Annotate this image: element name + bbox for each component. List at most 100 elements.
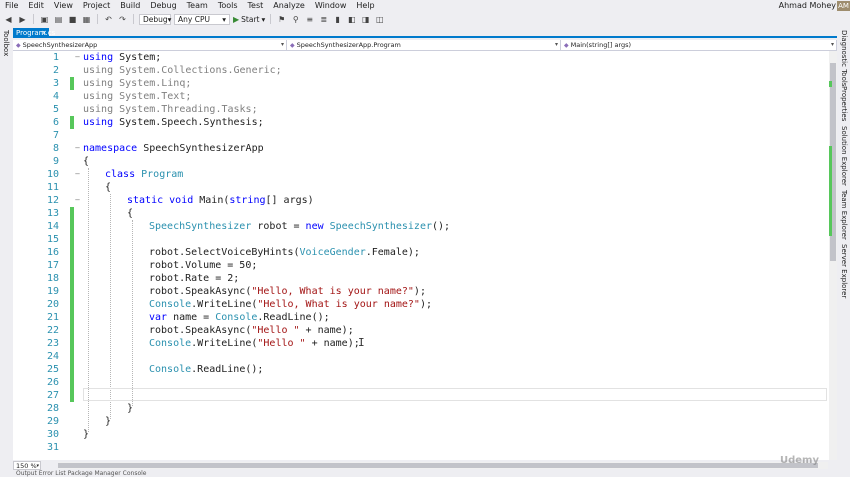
save-all-icon[interactable]: ▦ [81,14,92,25]
menu-tools[interactable]: Tools [213,0,243,12]
line-number: 3 [52,78,59,89]
class-icon: ◆ [290,42,295,49]
forward-icon[interactable]: ▶ [17,14,28,25]
scrollbar-thumb[interactable] [58,463,818,468]
line-number: 28 [46,403,59,414]
class-name: SpeechSynthesizerApp.Program [296,41,401,49]
line-number: 14 [46,221,59,232]
menu-debug[interactable]: Debug [145,0,181,12]
line-number: 9 [52,156,59,167]
next-bookmark-icon[interactable]: ◨ [360,14,371,25]
code-text[interactable]: using System; using System.Collections.G… [83,51,450,440]
menu-analyze[interactable]: Analyze [268,0,310,12]
code-line-18: robot.Rate = 2; [149,273,240,284]
menu-edit[interactable]: Edit [23,0,49,12]
team-explorer-tab[interactable]: Team Explorer [840,190,848,240]
tab-program-cs[interactable]: Program.cs × [13,28,55,38]
solution-explorer-tab[interactable]: Solution Explorer [840,126,848,186]
line-number: 29 [46,416,59,427]
line-number: 17 [46,260,59,271]
line-number: 24 [46,351,59,362]
menu-file[interactable]: File [0,0,23,12]
close-icon[interactable]: × [41,28,47,38]
configuration-select[interactable]: Debug ▾ [139,13,171,25]
code-line-29: } [105,416,112,427]
collapse-icon[interactable]: − [73,53,82,62]
menu-help[interactable]: Help [351,0,379,12]
code-line-5: using System.Threading.Tasks; [83,104,258,115]
code-line-14: SpeechSynthesizer robot = new SpeechSynt… [149,221,451,232]
line-number: 2 [52,65,59,76]
editor-status-bar: 150 % ▾ [13,460,837,470]
line-number: 20 [46,299,59,310]
collapse-icon[interactable]: − [73,144,82,153]
code-line-9: { [83,156,90,167]
code-line-21: var name = Console.ReadLine(); [149,312,330,323]
line-number: 16 [46,247,59,258]
line-number: 18 [46,273,59,284]
new-project-icon[interactable]: ▣ [39,14,50,25]
find-icon[interactable]: ⚲ [290,14,301,25]
line-number: 8 [52,143,59,154]
back-icon[interactable]: ◀ [3,14,14,25]
line-number: 30 [46,429,59,440]
collapse-icon[interactable]: − [73,170,82,179]
toolbar-separator [97,14,98,24]
avatar[interactable]: AM [837,1,850,11]
open-folder-icon[interactable]: ▤ [53,14,64,25]
menu-project[interactable]: Project [78,0,115,12]
bottom-panel-tabs[interactable]: Output Error List Package Manager Consol… [0,470,850,477]
vertical-scrollbar[interactable] [829,51,837,460]
code-line-11: { [105,182,112,193]
diagnostic-tools-tab[interactable]: Diagnostic Tools [840,30,848,86]
menu-window[interactable]: Window [310,0,352,12]
comment-icon[interactable]: ≡ [304,14,315,25]
properties-tab[interactable]: Properties [840,86,848,121]
member-dropdown[interactable]: ◆ Main(string[] args) ▾ [561,40,837,50]
browser-link-icon[interactable]: ⚑ [276,14,287,25]
project-name: SpeechSynthesizerApp [22,41,98,49]
navigation-bar: ◆ SpeechSynthesizerApp ▾ ◆ SpeechSynthesiz… [13,40,837,51]
save-icon[interactable]: ■ [67,14,78,25]
collapse-icon[interactable]: − [73,196,82,205]
configuration-value: Debug [143,14,168,24]
class-dropdown[interactable]: ◆ SpeechSynthesizerApp.Program ▾ [287,40,561,50]
bookmark-icon[interactable]: ▮ [332,14,343,25]
code-line-22: robot.SpeakAsync("Hello " + name); [149,325,354,336]
line-number: 7 [52,130,59,141]
uncomment-icon[interactable]: ≣ [318,14,329,25]
udemy-watermark: Udemy [780,455,819,466]
code-line-8: namespace SpeechSynthesizerApp [83,143,264,154]
code-line-17: robot.Volume = 50; [149,260,258,271]
platform-value: Any CPU [178,14,210,24]
code-line-4: using System.Text; [83,91,192,102]
zoom-select[interactable]: 150 % ▾ [13,460,41,470]
menu-view[interactable]: View [49,0,78,12]
undo-icon[interactable]: ↶ [103,14,114,25]
prev-bookmark-icon[interactable]: ◧ [346,14,357,25]
user-name[interactable]: Ahmad Mohey [779,0,836,12]
code-line-12: static void Main(string[] args) [127,195,314,206]
scroll-change-marker [829,81,832,87]
code-editor[interactable]: 1 2 3 4 5 6 7 8 9 10 11 12 13 14 15 16 17 18 19 20 21 22 23 24 2… [13,51,829,460]
toolbar: ◀ ▶ ▣ ▤ ■ ▦ ↶ ↷ Debug ▾ Any CPU ▾ ▶ Start ▾ … [0,12,850,26]
horizontal-scrollbar[interactable] [58,462,828,469]
platform-select[interactable]: Any CPU ▾ [174,13,230,25]
indent-guide [132,220,133,406]
redo-icon[interactable]: ↷ [117,14,128,25]
line-number: 10 [46,169,59,180]
toolbox-tab[interactable]: Toolbox [2,30,10,56]
menu-test[interactable]: Test [243,0,269,12]
clear-bookmarks-icon[interactable]: ◫ [374,14,385,25]
code-line-30: } [83,429,90,440]
code-line-25: Console.ReadLine(); [149,364,264,375]
line-number: 13 [46,208,59,219]
code-line-19: robot.SpeakAsync("Hello, What is your na… [149,286,426,297]
menu-build[interactable]: Build [115,0,145,12]
project-dropdown[interactable]: ◆ SpeechSynthesizerApp ▾ [13,40,287,50]
chevron-down-icon: ▾ [554,41,558,48]
start-button[interactable]: ▶ Start ▾ [233,15,265,24]
csharp-project-icon: ◆ [16,42,21,49]
server-explorer-tab[interactable]: Server Explorer [840,244,848,298]
menu-team[interactable]: Team [182,0,213,12]
